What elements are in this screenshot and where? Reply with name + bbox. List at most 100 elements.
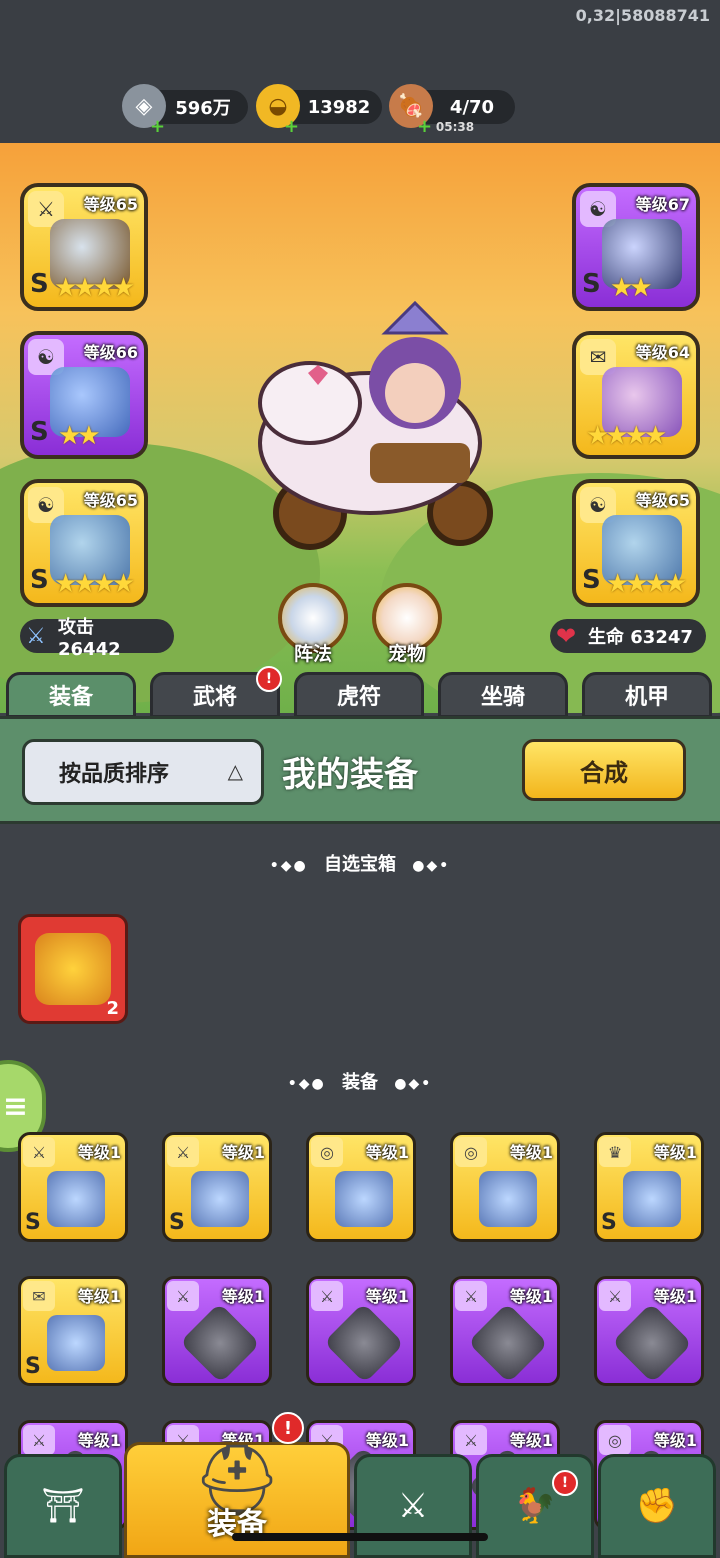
- item-level: 等级1: [365, 1143, 409, 1162]
- equip-slot-helmet[interactable]: ☯ 等级65 S ★★★★: [20, 479, 148, 607]
- nav-battle[interactable]: ⚔: [354, 1454, 472, 1558]
- equipment-art-icon: [191, 1171, 249, 1227]
- sort-label: 按品质排序: [59, 762, 170, 787]
- item-level: 等级1: [509, 1143, 553, 1162]
- equip-slot-chest[interactable]: ☯ 等级67 S ★★: [572, 183, 700, 311]
- item-level: 等级1: [653, 1431, 697, 1450]
- home-indicator: [232, 1533, 488, 1541]
- battle-shield-icon: ⚔: [397, 1486, 429, 1526]
- slot-level: 等级66: [83, 343, 138, 362]
- rank-s-label: S: [582, 269, 601, 299]
- equipment-item[interactable]: ♛ 等级1 S: [594, 1132, 704, 1242]
- character-stage: ⚔ 等级65 S ★★★★ ☯ 等级66 S ★★ ☯ 等级65 S ★★★★ …: [0, 143, 720, 713]
- item-type-icon: ◎: [311, 1137, 343, 1167]
- star-rating: ★★: [58, 421, 101, 451]
- item-level: 等级1: [509, 1431, 553, 1450]
- formation-label: 阵法: [293, 643, 332, 665]
- chest-section-header: •◆● 自选宝箱 ●◆•: [0, 850, 720, 876]
- stamina-resource[interactable]: 🍖 + 4/70 05:38: [389, 84, 515, 137]
- attack-stat: ⚔ 攻击 26442: [20, 617, 174, 660]
- equipment-item[interactable]: ⚔ 等级1 S: [162, 1132, 272, 1242]
- equip-slot-weapon[interactable]: ⚔ 等级65 S ★★★★: [20, 183, 148, 311]
- slot-level: 等级65: [83, 491, 138, 510]
- formation-button[interactable]: 阵法: [278, 583, 348, 666]
- tab-tiger-tally[interactable]: 虎符: [294, 672, 424, 718]
- rank-s-label: S: [169, 1210, 185, 1235]
- equipment-art-icon: [179, 1302, 261, 1383]
- my-equipment-title: 我的装备: [282, 755, 418, 795]
- chest-count: 2: [106, 998, 119, 1019]
- equipment-section-header: •◆● 装备 ●◆•: [0, 1068, 720, 1094]
- item-type-icon: ⚔: [23, 1137, 55, 1167]
- equipment-art-icon: [323, 1302, 405, 1383]
- equipment-section-title: 装备: [342, 1072, 378, 1093]
- chest-section-title: 自选宝箱: [324, 854, 396, 875]
- equipment-item[interactable]: ◎ 等级1: [306, 1132, 416, 1242]
- hero-on-horse[interactable]: [250, 293, 530, 553]
- bottom-navigation: ⛩ ⛑ 装备 ! ⚔ 🐓 ! ✊: [0, 1412, 720, 1558]
- castle-gate-icon: ⛩: [41, 1486, 85, 1526]
- equipment-art-icon: [467, 1302, 549, 1383]
- rank-s-label: S: [30, 565, 49, 595]
- heart-icon: ❤: [556, 622, 577, 650]
- rank-s-label: S: [601, 1210, 617, 1235]
- generals-alert-badge: !: [256, 666, 282, 692]
- equip-slot-token[interactable]: ✉ 等级64 ★★★★: [572, 331, 700, 459]
- equipment-art-icon: [479, 1171, 537, 1227]
- tab-equipment[interactable]: 装备: [6, 672, 136, 718]
- gold-resource[interactable]: ◒ + 13982: [256, 84, 382, 137]
- equipment-art-icon: [611, 1302, 693, 1383]
- add-gold-icon[interactable]: +: [284, 116, 299, 137]
- rank-s-label: S: [30, 417, 49, 447]
- item-type-icon: ◎: [455, 1137, 487, 1167]
- silver-resource[interactable]: ◈ + 596万: [122, 84, 248, 137]
- selectable-chest-item[interactable]: 2: [18, 914, 128, 1024]
- nav-rooster[interactable]: 🐓: [476, 1454, 594, 1558]
- equipment-item[interactable]: ⚔ 等级1: [162, 1276, 272, 1386]
- treasure-chest-icon: [35, 933, 111, 1005]
- equipment-item[interactable]: ⚔ 等级1: [450, 1276, 560, 1386]
- sort-dropdown[interactable]: 按品质排序 △: [22, 739, 264, 805]
- gold-value: 13982: [307, 96, 371, 118]
- pet-button[interactable]: 宠物: [372, 583, 442, 666]
- item-type-icon: ✉: [23, 1281, 55, 1311]
- item-type-icon: ⚔: [455, 1281, 487, 1311]
- stamina-timer: 05:38: [435, 120, 475, 134]
- equip-slot-armor[interactable]: ☯ 等级66 S ★★: [20, 331, 148, 459]
- equipment-item[interactable]: ⚔ 等级1 S: [18, 1132, 128, 1242]
- filter-bar: 按品质排序 △ 我的装备 合成: [0, 716, 720, 824]
- equipment-art-icon: [47, 1171, 105, 1227]
- slot-level: 等级65: [635, 491, 690, 510]
- silver-value: 596万: [175, 98, 231, 119]
- equipment-item[interactable]: ⚔ 等级1: [594, 1276, 704, 1386]
- add-silver-icon[interactable]: +: [150, 116, 165, 137]
- nav-upgrade[interactable]: ✊: [598, 1454, 716, 1558]
- nav-castle[interactable]: ⛩: [4, 1454, 122, 1558]
- tab-mount[interactable]: 坐骑: [438, 672, 568, 718]
- item-level: 等级1: [653, 1287, 697, 1306]
- sort-arrow-icon: △: [227, 759, 243, 783]
- rank-s-label: S: [25, 1210, 41, 1235]
- tab-mecha[interactable]: 机甲: [582, 672, 712, 718]
- item-level: 等级1: [365, 1431, 409, 1450]
- equipment-item[interactable]: ◎ 等级1: [450, 1132, 560, 1242]
- item-level: 等级1: [77, 1287, 121, 1306]
- item-type-icon: ⚔: [167, 1137, 199, 1167]
- star-rating: ★★★★: [586, 421, 667, 451]
- rank-s-label: S: [30, 269, 49, 299]
- hp-stat: ❤ 生命 63247: [550, 619, 706, 653]
- star-rating: ★★: [610, 273, 653, 303]
- item-level: 等级1: [221, 1287, 265, 1306]
- equipment-tabs: 装备 武将 ! 虎符 坐骑 机甲: [0, 666, 720, 718]
- equipment-art-icon: [335, 1171, 393, 1227]
- star-rating: ★★★★: [54, 569, 135, 599]
- hp-value: 生命 63247: [588, 627, 693, 648]
- equipment-item[interactable]: ⚔ 等级1: [306, 1276, 416, 1386]
- merge-button[interactable]: 合成: [522, 739, 686, 801]
- equipment-item[interactable]: ✉ 等级1 S: [18, 1276, 128, 1386]
- equip-slot-boots[interactable]: ☯ 等级65 S ★★★★: [572, 479, 700, 607]
- item-type-icon: ⚔: [167, 1281, 199, 1311]
- star-rating: ★★★★: [606, 569, 687, 599]
- slot-level: 等级64: [635, 343, 690, 362]
- divider-dots-left: •◆●: [287, 1076, 326, 1092]
